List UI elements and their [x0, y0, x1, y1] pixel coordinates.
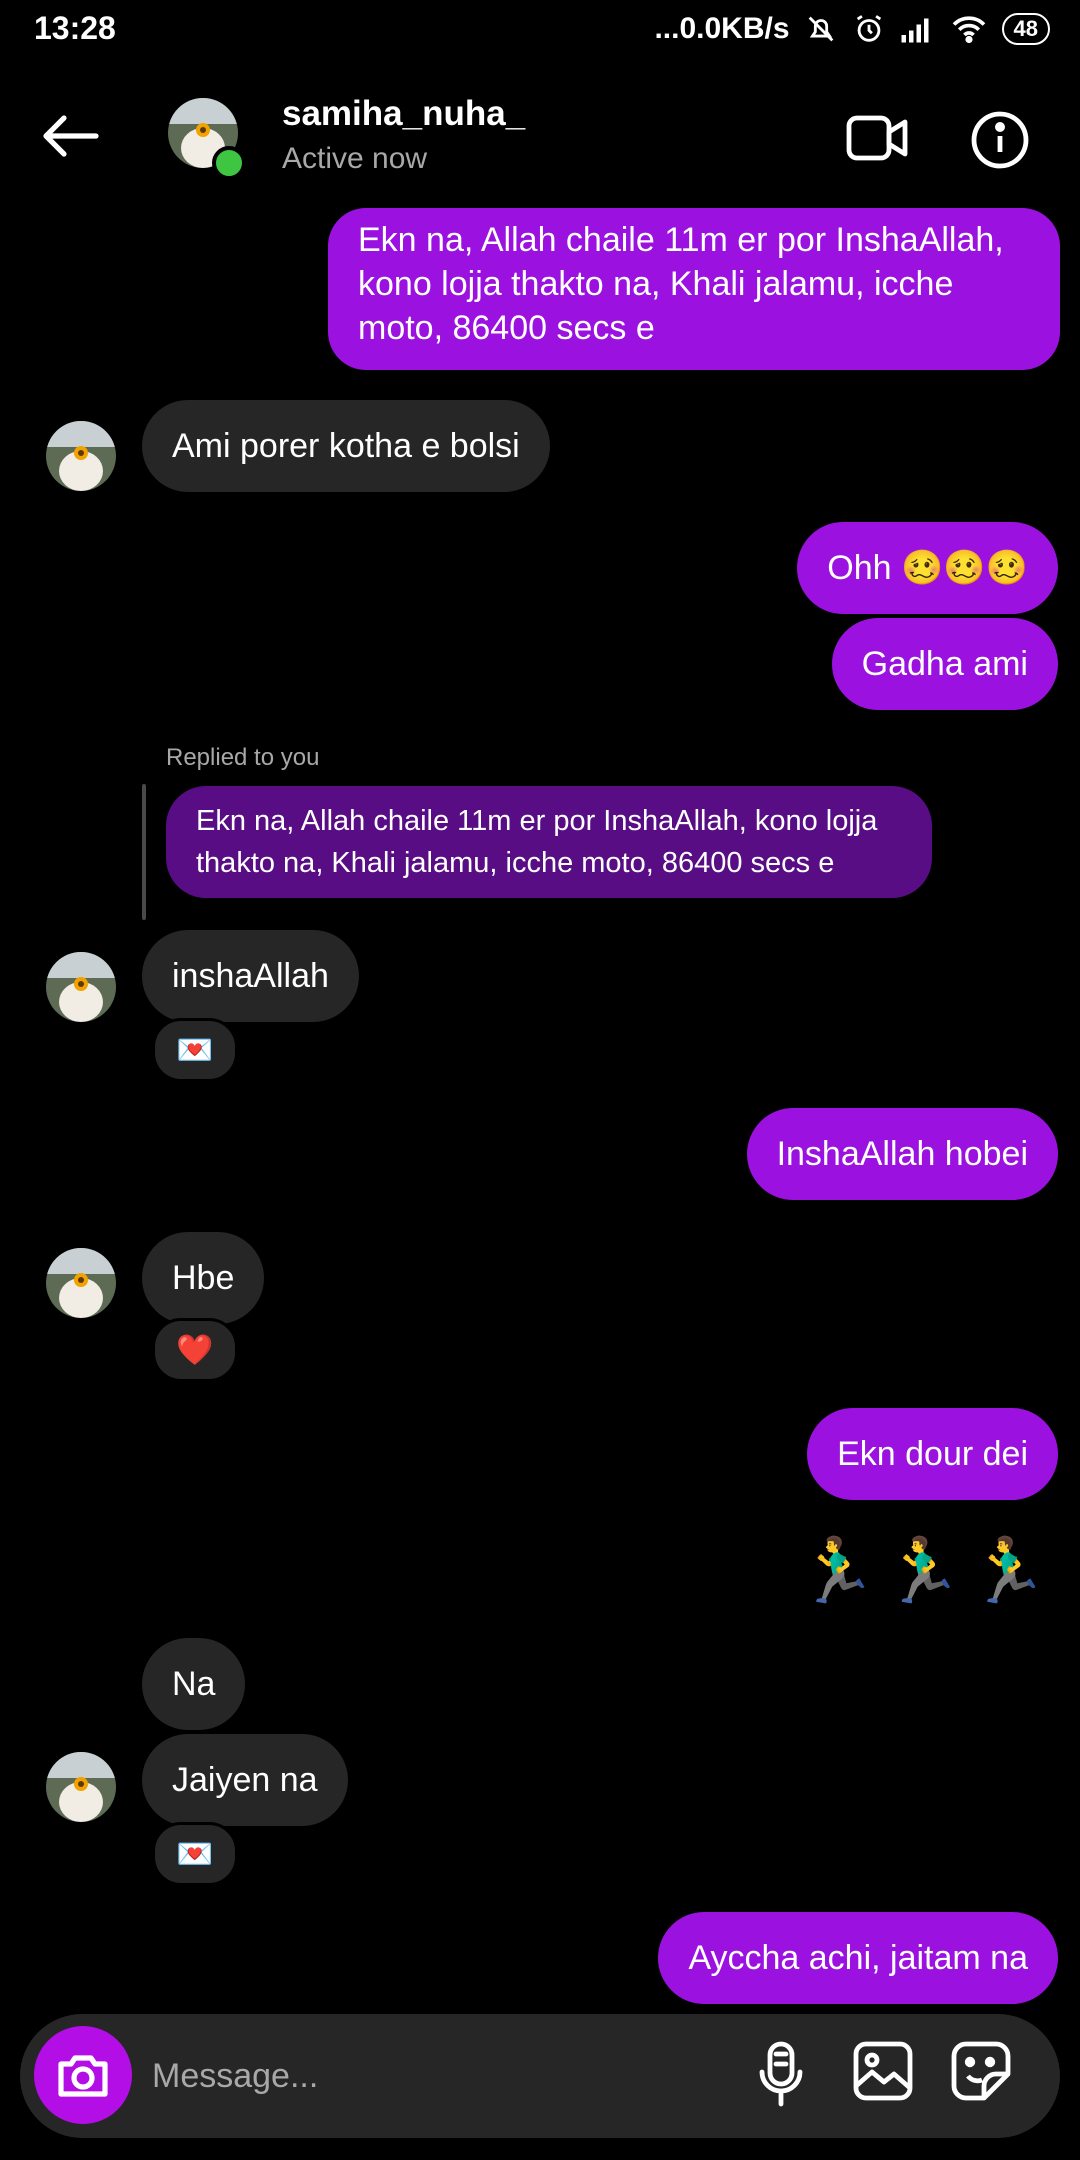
message-incoming[interactable]: Na — [142, 1638, 246, 1730]
chat-username[interactable]: samiha_nuha_ — [282, 94, 525, 134]
active-status: Active now — [282, 142, 428, 175]
message-incoming[interactable]: Hbe — [142, 1232, 265, 1324]
network-speed: ...0.0KB/s — [654, 12, 790, 45]
online-indicator — [212, 146, 246, 180]
message-text: Ekn dour dei — [837, 1435, 1028, 1473]
reaction-emoji: ❤️ — [176, 1333, 214, 1367]
message-text: inshaAllah — [172, 957, 329, 995]
message-reaction[interactable]: ❤️ — [152, 1318, 238, 1382]
message-outgoing[interactable]: Ekn na, Allah chaile 11m er por InshaAll… — [328, 208, 1060, 370]
message-text: Na — [172, 1665, 216, 1703]
message-text: Jaiyen na — [172, 1761, 318, 1799]
message-reaction[interactable]: 💌 — [152, 1018, 238, 1082]
message-text: Ami porer kotha e bolsi — [172, 427, 520, 465]
status-icons: ...0.0KB/s 48 — [654, 12, 1050, 46]
wifi-icon — [952, 16, 985, 44]
back-button[interactable] — [40, 112, 100, 165]
message-outgoing[interactable]: Gadha ami — [831, 618, 1058, 710]
mute-bell-icon — [808, 16, 833, 42]
message-text: 🏃‍♂️🏃‍♂️🏃‍♂️ — [796, 1534, 1054, 1606]
reaction-emoji: 💌 — [176, 1033, 214, 1067]
message-input[interactable] — [150, 2050, 714, 2102]
reaction-emoji: 💌 — [176, 1837, 214, 1871]
camera-icon — [58, 2055, 108, 2097]
microphone-icon — [759, 2041, 803, 2107]
sender-avatar[interactable] — [46, 1752, 116, 1822]
sender-avatar[interactable] — [46, 421, 116, 491]
sticker-button[interactable] — [950, 2040, 1012, 2107]
message-incoming[interactable]: inshaAllah — [142, 930, 359, 1022]
alarm-icon — [856, 15, 881, 42]
sticker-icon — [951, 2041, 1011, 2101]
reply-divider — [142, 784, 146, 920]
message-incoming[interactable]: Ami porer kotha e bolsi — [142, 400, 550, 492]
status-time: 13:28 — [34, 10, 116, 46]
microphone-button[interactable] — [756, 2040, 806, 2113]
info-icon — [971, 111, 1029, 169]
reply-quote-line: thakto na, Khali jalamu, icche moto, 864… — [196, 847, 835, 879]
message-text: Ohh 🥴🥴🥴 — [827, 549, 1028, 587]
video-call-icon — [846, 115, 908, 161]
camera-button[interactable] — [34, 2026, 132, 2124]
message-incoming[interactable]: Jaiyen na — [142, 1734, 348, 1826]
reply-quote-line: Ekn na, Allah chaile 11m er por InshaAll… — [196, 805, 878, 837]
message-outgoing[interactable]: Ayccha achi, jaitam na — [658, 1912, 1058, 2004]
message-text-line: Ekn na, Allah chaile 11m er por InshaAll… — [358, 221, 1004, 259]
status-bar: 13:28 ...0.0KB/s 48 — [0, 0, 1080, 62]
message-text: InshaAllah hobei — [776, 1135, 1028, 1173]
message-outgoing[interactable]: InshaAllah hobei — [746, 1108, 1058, 1200]
battery-indicator: 48 — [1001, 13, 1050, 45]
gallery-button[interactable] — [852, 2040, 914, 2107]
message-text-line: kono lojja thakto na, Khali jalamu, icch… — [358, 265, 954, 303]
sender-avatar[interactable] — [46, 1248, 116, 1318]
message-outgoing[interactable]: Ekn dour dei — [807, 1408, 1058, 1500]
signal-icon — [901, 18, 929, 43]
info-button[interactable] — [970, 110, 1030, 175]
arrow-left-icon — [43, 115, 99, 157]
emoji-message[interactable]: 🏃‍♂️🏃‍♂️🏃‍♂️ — [797, 1530, 1054, 1610]
message-text: Gadha ami — [861, 645, 1028, 683]
replied-label: Replied to you — [166, 744, 320, 771]
message-text-line: moto, 86400 secs e — [358, 309, 655, 347]
message-text: Hbe — [172, 1259, 235, 1297]
sender-avatar[interactable] — [46, 952, 116, 1022]
video-call-button[interactable] — [845, 110, 909, 171]
message-outgoing[interactable]: Ohh 🥴🥴🥴 — [797, 522, 1058, 614]
message-reaction[interactable]: 💌 — [152, 1822, 238, 1886]
reply-quote-bubble[interactable]: Ekn na, Allah chaile 11m er por InshaAll… — [166, 786, 932, 898]
message-text: Ayccha achi, jaitam na — [688, 1939, 1028, 1977]
gallery-icon — [853, 2041, 913, 2101]
